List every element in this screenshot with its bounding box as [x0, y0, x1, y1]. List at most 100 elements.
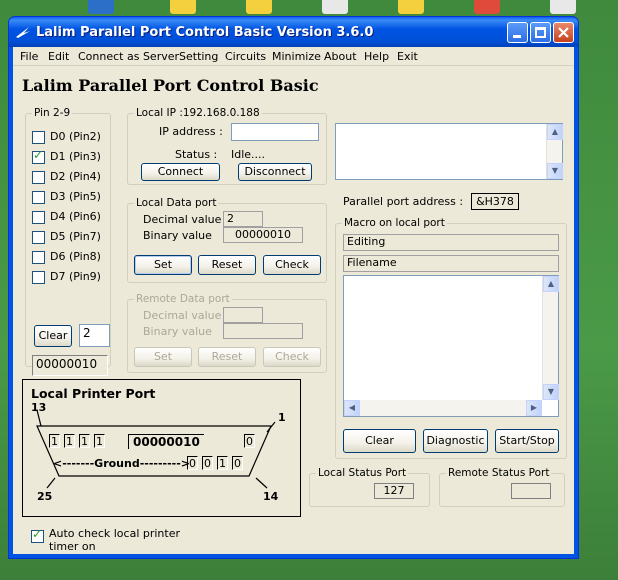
binary-label: Binary value [143, 229, 212, 242]
pin-label-d1: D1 (Pin3) [50, 150, 101, 163]
desktop-icon-4[interactable] [322, 0, 348, 14]
menu-about[interactable]: About [324, 50, 357, 63]
checkmark-icon: ✓ [32, 527, 43, 541]
pin-checkbox-d0[interactable] [32, 131, 45, 144]
window-title: Lalim Parallel Port Control Basic Versio… [36, 25, 374, 40]
db25-connector-outline [36, 409, 276, 489]
menu-help[interactable]: Help [364, 50, 389, 63]
disconnect-button[interactable]: Disconnect [238, 163, 312, 181]
app-window: Lalim Parallel Port Control Basic Versio… [8, 16, 579, 559]
remote-status-title: Remote Status Port [446, 467, 552, 479]
status-bit-4: 1 [49, 434, 60, 448]
title-bar[interactable]: Lalim Parallel Port Control Basic Versio… [9, 17, 578, 47]
app-icon [16, 27, 30, 38]
minimize-button[interactable] [507, 22, 528, 43]
menu-setting[interactable]: Setting [179, 50, 218, 63]
macro-hscrollbar[interactable]: ◀ ▶ [344, 400, 542, 416]
macro-startstop-button[interactable]: Start/Stop [495, 429, 559, 453]
pin-checkbox-d1[interactable]: ✓ [32, 148, 45, 164]
status-value: Idle.... [231, 148, 266, 161]
set-button[interactable]: Set [134, 255, 192, 275]
desktop-icon-6[interactable] [474, 0, 500, 14]
close-icon [558, 27, 569, 38]
reset-button[interactable]: Reset [198, 255, 256, 275]
menu-connect-as-server[interactable]: Connect as Server [78, 50, 179, 63]
pin-checkbox-d4[interactable] [32, 211, 45, 224]
strobe-bit: 0 [244, 434, 255, 448]
close-button[interactable] [553, 22, 574, 43]
desktop-icon-5[interactable] [398, 0, 424, 14]
remote-data-title: Remote Data port [134, 293, 232, 305]
menu-circuits[interactable]: Circuits [225, 50, 266, 63]
desktop-icon-3[interactable] [246, 0, 272, 14]
remote-set-button: Set [134, 347, 192, 367]
remote-binary-field [223, 323, 303, 339]
remote-status-value [511, 483, 551, 499]
app-heading: Lalim Parallel Port Control Basic [22, 76, 319, 95]
binary-value-field[interactable]: 00000010 [223, 227, 303, 243]
pin-label-d2: D2 (Pin4) [50, 170, 101, 183]
auto-check-label-1: Auto check local printer [49, 527, 181, 540]
macro-diagnostic-button[interactable]: Diagnostic [423, 429, 488, 453]
connect-button[interactable]: Connect [141, 163, 220, 181]
ip-address-input[interactable] [231, 123, 319, 141]
macro-scroll-right-icon[interactable]: ▶ [526, 400, 542, 416]
pin-label-d7: D7 (Pin9) [50, 270, 101, 283]
control-bit-4: 0 [187, 456, 198, 470]
maximize-button[interactable] [530, 22, 551, 43]
pins-clear-button[interactable]: Clear [34, 325, 72, 347]
macro-textarea[interactable] [343, 275, 559, 417]
macro-title: Macro on local port [342, 217, 447, 229]
pin-checkbox-d2[interactable] [32, 171, 45, 184]
auto-check-checkbox[interactable]: ✓ [31, 527, 44, 543]
macro-vscrollbar[interactable]: ▲ ▼ [542, 276, 559, 400]
message-scrollbar[interactable]: ▲ ▼ [546, 124, 563, 179]
local-status-title: Local Status Port [316, 467, 409, 479]
remote-binary-label: Binary value [143, 325, 212, 338]
parallel-address-value: &H378 [471, 193, 519, 210]
pin-checkbox-d7[interactable] [32, 271, 45, 284]
remote-check-button: Check [263, 347, 321, 367]
macro-editing-field[interactable]: Editing [343, 234, 559, 251]
pin-checkbox-d6[interactable] [32, 251, 45, 264]
local-ip-title: Local IP :192.168.0.188 [134, 107, 262, 119]
desktop-icon-7[interactable] [550, 0, 576, 14]
pin-checkbox-d3[interactable] [32, 191, 45, 204]
message-textarea[interactable] [335, 123, 563, 180]
printer-data-binary: 00000010 [128, 434, 204, 449]
control-bit-2: 1 [217, 456, 228, 470]
desktop-icon-2[interactable] [170, 0, 196, 14]
menu-bar: File Edit Connect as Server Setting Circ… [13, 47, 574, 66]
pin-label-d6: D6 (Pin8) [50, 250, 101, 263]
macro-scroll-up-icon[interactable]: ▲ [543, 276, 559, 292]
menu-file[interactable]: File [20, 50, 38, 63]
decimal-value-field[interactable]: 2 [223, 211, 263, 227]
menu-exit[interactable]: Exit [397, 50, 418, 63]
pins-value-field[interactable]: 2 [79, 324, 110, 347]
desktop-icon-1[interactable] [88, 0, 114, 14]
menu-minimize[interactable]: Minimize [272, 50, 321, 63]
client-area: File Edit Connect as Server Setting Circ… [13, 47, 574, 554]
macro-scroll-left-icon[interactable]: ◀ [344, 400, 360, 416]
pin-label-d4: D4 (Pin6) [50, 210, 101, 223]
printer-port-panel: Local Printer Port 13 1 25 14 1 1 1 1 00… [22, 379, 301, 517]
status-label: Status : [175, 148, 218, 161]
status-bit-3: 1 [64, 434, 75, 448]
scroll-down-arrow-icon[interactable]: ▼ [547, 163, 563, 179]
pin-label-d3: D3 (Pin5) [50, 190, 101, 203]
pins-group-title: Pin 2-9 [32, 107, 73, 119]
control-bit-3: 0 [202, 456, 213, 470]
menu-edit[interactable]: Edit [48, 50, 69, 63]
remote-decimal-field [223, 307, 263, 323]
ip-address-label: IP address : [159, 125, 223, 138]
macro-scroll-down-icon[interactable]: ▼ [543, 384, 559, 400]
status-bit-2: 1 [79, 434, 90, 448]
scroll-up-arrow-icon[interactable]: ▲ [547, 124, 563, 140]
pins-binary-display: 00000010 [32, 355, 108, 376]
macro-clear-button[interactable]: Clear [343, 429, 416, 453]
check-button[interactable]: Check [263, 255, 321, 275]
pin-checkbox-d5[interactable] [32, 231, 45, 244]
macro-filename-field[interactable]: Filename [343, 255, 559, 272]
remote-decimal-label: Decimal value [143, 309, 222, 322]
checkmark-icon: ✓ [33, 148, 44, 162]
